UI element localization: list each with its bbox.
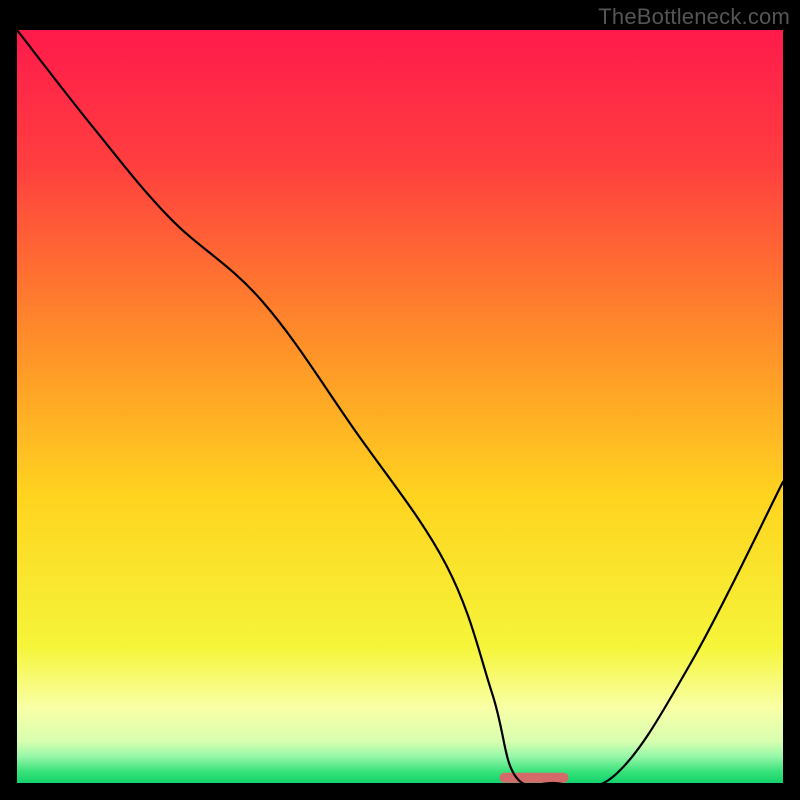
plot-area [17, 30, 783, 783]
bottleneck-chart [17, 30, 783, 783]
optimal-zone-marker [500, 773, 569, 783]
gradient-background [17, 30, 783, 783]
watermark-text: TheBottleneck.com [598, 4, 790, 30]
chart-frame: TheBottleneck.com [0, 0, 800, 800]
